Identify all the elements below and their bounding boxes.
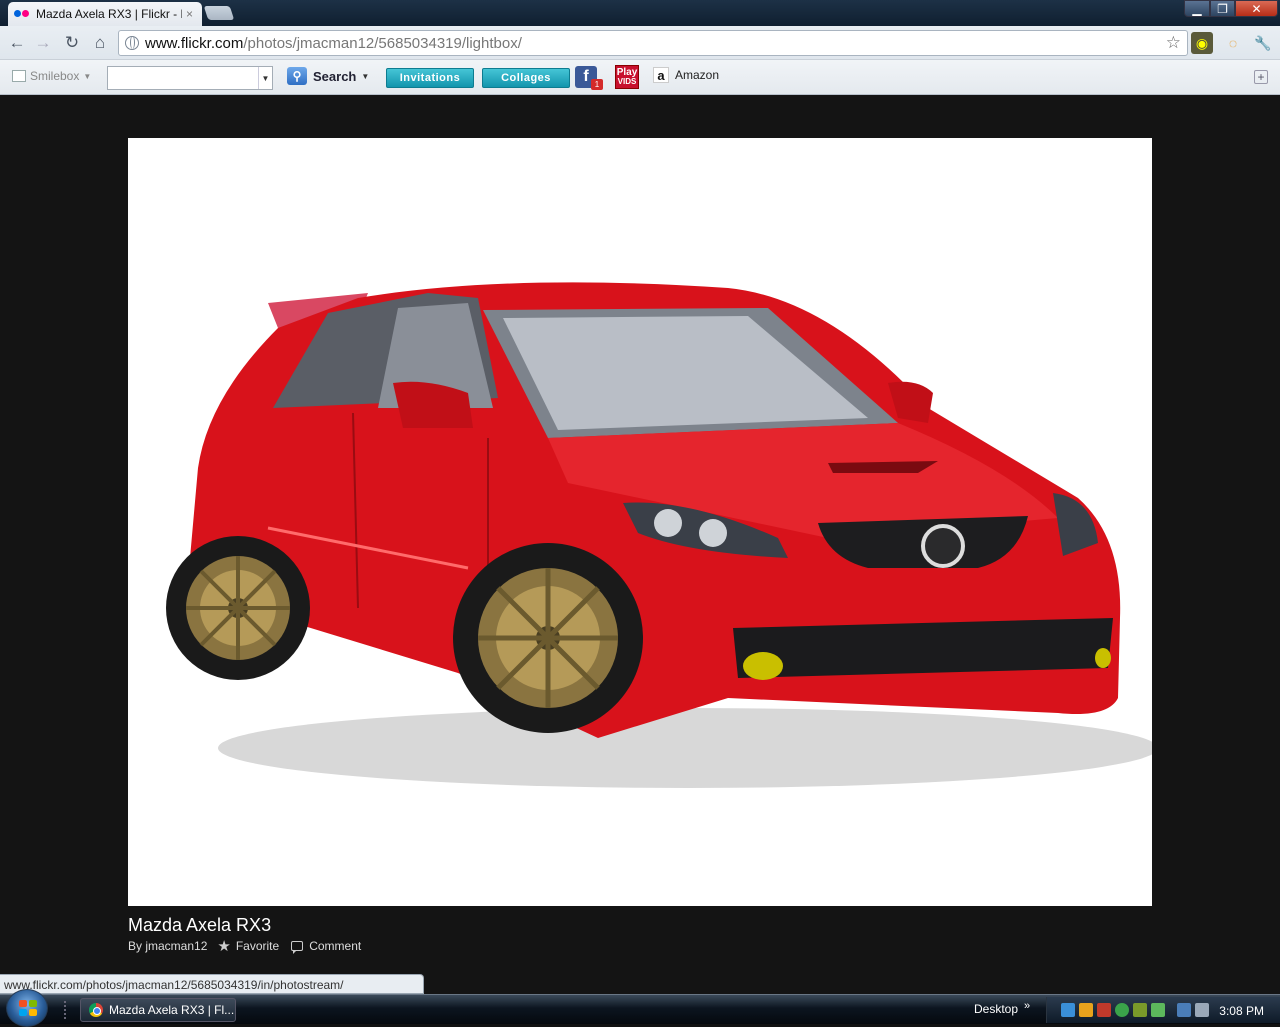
photo-title: Mazda Axela RX3 (128, 915, 272, 935)
navigation-bar: ← → ↻ ⌂ www.flickr.com/photos/jmacman12/… (0, 26, 1280, 60)
reload-button[interactable]: ↻ (61, 32, 83, 54)
desktop-label: Desktop (974, 1002, 1019, 1016)
status-bubble: www.flickr.com/photos/jmacman12/56850343… (0, 974, 424, 994)
new-tab-button[interactable] (203, 6, 235, 20)
extension-icon[interactable]: ◉ (1191, 32, 1213, 54)
maximize-button[interactable]: ❐ (1210, 0, 1235, 17)
smilebox-menu[interactable]: Smilebox ▼ (12, 69, 91, 83)
search-icon: ⚲ (287, 67, 307, 85)
clock[interactable]: 3:08 PM (1219, 1004, 1264, 1018)
chrome-icon (89, 1003, 103, 1017)
car-photo[interactable] (128, 138, 1152, 906)
flickr-favicon-icon (14, 10, 30, 18)
volume-icon[interactable] (1195, 1003, 1209, 1017)
play-label: Play (616, 67, 638, 78)
favorite-link[interactable]: Favorite (236, 939, 279, 953)
notification-badge: 1 (591, 79, 603, 90)
comment-icon[interactable] (291, 941, 304, 954)
taskbar-window-label: Mazda Axela RX3 | Fl... (109, 1003, 235, 1017)
tab-flickr[interactable]: Mazda Axela RX3 | Flickr - P × (8, 2, 202, 26)
toolbar-search-input[interactable]: ▼ (107, 66, 273, 90)
extension-toolbar: Smilebox ▼ ▼ ⚲ Search ▼ Invitations Coll… (0, 60, 1280, 95)
tray-update-icon[interactable] (1061, 1003, 1075, 1017)
taskbar-window-button[interactable]: Mazda Axela RX3 | Fl... (80, 998, 236, 1022)
vids-label: VIDS (617, 77, 637, 86)
address-bar[interactable]: www.flickr.com/photos/jmacman12/56850343… (118, 30, 1188, 56)
tab-title: Mazda Axela RX3 | Flickr - P (36, 7, 182, 21)
back-button[interactable]: ← (6, 32, 28, 54)
extension-ring-icon[interactable]: ◌ (1222, 32, 1244, 54)
collages-button[interactable]: Collages (482, 68, 570, 88)
comment-link[interactable]: Comment (309, 939, 361, 953)
play-vids-icon[interactable]: Play VIDS (615, 65, 639, 89)
search-label: Search (313, 68, 357, 84)
wrench-icon[interactable]: 🔧 (1252, 32, 1274, 54)
bookmark-star-icon[interactable]: ☆ (1166, 33, 1181, 53)
network-icon[interactable] (1177, 1003, 1191, 1017)
add-toolbar-button[interactable]: + (1254, 70, 1268, 84)
chevron-down-icon[interactable]: ▼ (258, 67, 272, 89)
smilebox-icon (12, 70, 26, 82)
tray-shield-icon[interactable] (1151, 1003, 1165, 1017)
home-button[interactable]: ⌂ (89, 32, 111, 54)
windows-taskbar: Mazda Axela RX3 | Fl... Desktop » 3:08 PM (0, 989, 1280, 1027)
title-bar: Mazda Axela RX3 | Flickr - P × ▁ ❐ ✕ (0, 0, 1280, 26)
minimize-button[interactable]: ▁ (1184, 0, 1210, 17)
chevron-down-icon: ▼ (83, 71, 92, 81)
chevron-down-icon: ▼ (361, 71, 370, 81)
globe-icon (125, 36, 139, 50)
forward-button[interactable]: → (32, 32, 54, 54)
tab-close-icon[interactable]: × (186, 7, 193, 21)
invitations-button[interactable]: Invitations (386, 68, 474, 88)
system-tray: 3:08 PM (1046, 997, 1280, 1023)
start-button[interactable] (6, 989, 48, 1027)
car-illustration (166, 282, 1152, 788)
close-window-button[interactable]: ✕ (1235, 0, 1278, 17)
tray-tool-icon[interactable] (1097, 1003, 1111, 1017)
star-icon[interactable]: ★ (217, 937, 230, 955)
windows-logo-icon (19, 1000, 37, 1016)
owner-link[interactable]: By jmacman12 (128, 939, 207, 953)
lightbox: Mazda Axela RX3 By jmacman12 ★ Favorite … (0, 95, 1280, 995)
amazon-icon: a (653, 67, 669, 83)
tray-security-icon[interactable] (1133, 1003, 1147, 1017)
photo-meta: By jmacman12 ★ Favorite Comment (128, 937, 361, 955)
url-host: www.flickr.com (145, 34, 244, 52)
tray-app-icon[interactable] (1079, 1003, 1093, 1017)
url-path: /photos/jmacman12/5685034319/lightbox/ (243, 34, 522, 52)
amazon-button[interactable]: a Amazon (653, 67, 719, 83)
smilebox-label: Smilebox (30, 69, 80, 83)
chevron-right-icon[interactable]: » (1024, 1000, 1030, 1012)
toolbar-search-button[interactable]: ⚲ Search ▼ (287, 67, 369, 85)
tray-messenger-icon[interactable] (1115, 1003, 1129, 1017)
taskbar-grip[interactable] (64, 1001, 68, 1019)
amazon-label: Amazon (675, 68, 720, 82)
desktop-toolbar[interactable]: Desktop » (974, 1000, 1030, 1016)
